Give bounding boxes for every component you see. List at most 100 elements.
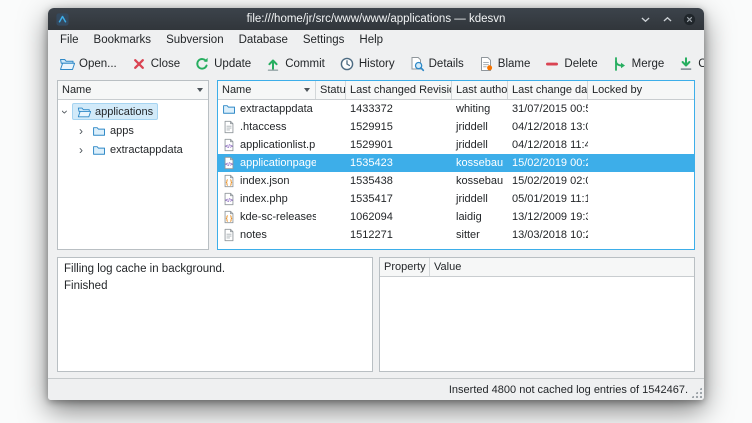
commit-icon	[265, 56, 281, 72]
column-header-author[interactable]: Last author	[452, 81, 508, 99]
table-row[interactable]: extractappdata 1433372 whiting 31/07/201…	[218, 100, 694, 118]
button-label: Commit	[285, 58, 325, 70]
log-line: Filling log cache in background.	[64, 261, 366, 278]
tree-item-apps[interactable]: › apps	[58, 121, 208, 140]
column-header-status[interactable]: Status	[316, 81, 346, 99]
menu-settings[interactable]: Settings	[296, 32, 352, 48]
table-row[interactable]: notes 1512271 sitter 13/03/2018 10:26	[218, 226, 694, 244]
file-author: whiting	[452, 100, 508, 118]
main-content: Name › applications ›	[48, 78, 704, 378]
menu-subversion[interactable]: Subversion	[159, 32, 231, 48]
bottom-split: Filling log cache in background. Finishe…	[57, 257, 695, 372]
maximize-icon[interactable]	[660, 12, 675, 27]
table-row[interactable]: index.json 1535438 kossebau 15/02/2019 0…	[218, 172, 694, 190]
column-header-revision[interactable]: Last changed Revision	[346, 81, 452, 99]
file-name: applicationpage.php	[240, 157, 316, 169]
button-label: Delete	[564, 58, 597, 70]
column-header-value[interactable]: Value	[430, 258, 694, 276]
history-icon	[339, 56, 355, 72]
file-author: laidig	[452, 208, 508, 226]
menu-file[interactable]: File	[53, 32, 86, 48]
log-line: Finished	[64, 278, 366, 295]
tree-item-content[interactable]: extractappdata	[88, 143, 187, 157]
sort-indicator-icon	[304, 88, 310, 92]
file-date: 05/01/2019 11:11	[508, 190, 588, 208]
button-label: History	[359, 58, 395, 70]
document-open-icon	[59, 56, 75, 72]
file-author: jriddell	[452, 136, 508, 154]
menu-help[interactable]: Help	[352, 32, 390, 48]
php-file-icon	[222, 156, 236, 170]
php-file-icon	[222, 138, 236, 152]
file-date: 13/12/2009 19:31	[508, 208, 588, 226]
sort-indicator-icon	[197, 88, 203, 92]
file-locked-by	[588, 100, 694, 118]
table-row[interactable]: applicationlist.php 1529901 jriddell 04/…	[218, 136, 694, 154]
properties-header: Property Value	[380, 258, 694, 277]
resize-grip-icon[interactable]	[691, 387, 702, 398]
table-row[interactable]: kde-sc-releases.json 1062094 laidig 13/1…	[218, 208, 694, 226]
close-button[interactable]: Close	[126, 53, 185, 75]
blame-button[interactable]: Blame	[473, 53, 536, 75]
menu-database[interactable]: Database	[232, 32, 295, 48]
php-file-icon	[222, 192, 236, 206]
properties-body[interactable]	[380, 277, 694, 371]
statusbar-message: Inserted 4800 not cached log entries of …	[449, 384, 688, 396]
table-row[interactable]: .htaccess 1529915 jriddell 04/12/2018 13…	[218, 118, 694, 136]
column-label: Last author	[456, 84, 508, 96]
details-button[interactable]: Details	[404, 53, 469, 75]
minimize-icon[interactable]	[638, 12, 653, 27]
tree-body: › applications › apps	[58, 100, 208, 249]
tree-header-name[interactable]: Name	[58, 81, 208, 99]
column-label: Last changed Revision	[350, 84, 452, 96]
file-revision: 1433372	[346, 100, 452, 118]
checkout-button[interactable]: Checkout	[673, 53, 704, 75]
text-file-icon	[222, 228, 236, 242]
table-row-selected[interactable]: applicationpage.php 1535423 kossebau 15/…	[218, 154, 694, 172]
column-header-property[interactable]: Property	[380, 258, 430, 276]
table-row[interactable]: index.php 1535417 jriddell 05/01/2019 11…	[218, 190, 694, 208]
tree-selected-item[interactable]: applications	[72, 103, 158, 120]
file-author: jriddell	[452, 118, 508, 136]
file-locked-by	[588, 208, 694, 226]
close-icon[interactable]	[682, 12, 697, 27]
file-revision: 1529915	[346, 118, 452, 136]
column-header-name[interactable]: Name	[218, 81, 316, 99]
update-button[interactable]: Update	[189, 53, 256, 75]
column-header-date[interactable]: Last change date	[508, 81, 588, 99]
tree-item-label: applications	[95, 106, 153, 118]
titlebar[interactable]: file:///home/jr/src/www/www/applications…	[48, 8, 704, 30]
commit-button[interactable]: Commit	[260, 53, 330, 75]
file-author: kossebau	[452, 172, 508, 190]
file-date: 15/02/2019 02:01	[508, 172, 588, 190]
column-label: Last change date	[512, 84, 588, 96]
history-button[interactable]: History	[334, 53, 400, 75]
column-header-locked[interactable]: Locked by	[588, 81, 694, 99]
menu-bookmarks[interactable]: Bookmarks	[87, 32, 159, 48]
button-label: Blame	[498, 58, 531, 70]
button-label: Update	[214, 58, 251, 70]
expander-closed-icon[interactable]: ›	[74, 144, 88, 156]
merge-icon	[612, 56, 628, 72]
tree-item-extractappdata[interactable]: › extractappdata	[58, 140, 208, 159]
file-date: 04/12/2018 13:01	[508, 118, 588, 136]
close-red-icon	[131, 56, 147, 72]
file-author: jriddell	[452, 190, 508, 208]
file-locked-by	[588, 190, 694, 208]
file-locked-by	[588, 136, 694, 154]
open-button[interactable]: Open...	[54, 53, 122, 75]
button-label: Close	[151, 58, 180, 70]
blame-icon	[478, 56, 494, 72]
file-revision: 1535423	[346, 154, 452, 172]
tree-item-applications[interactable]: › applications	[58, 102, 208, 121]
tree-item-label: apps	[110, 125, 134, 137]
delete-button[interactable]: Delete	[539, 53, 602, 75]
merge-button[interactable]: Merge	[607, 53, 670, 75]
file-author: kossebau	[452, 154, 508, 172]
tree-item-content[interactable]: apps	[88, 124, 138, 138]
expander-closed-icon[interactable]: ›	[74, 125, 88, 137]
log-output-panel[interactable]: Filling log cache in background. Finishe…	[57, 257, 373, 372]
button-label: Checkout	[698, 58, 704, 70]
file-name: kde-sc-releases.json	[240, 211, 316, 223]
expander-open-icon[interactable]: ›	[59, 105, 71, 119]
